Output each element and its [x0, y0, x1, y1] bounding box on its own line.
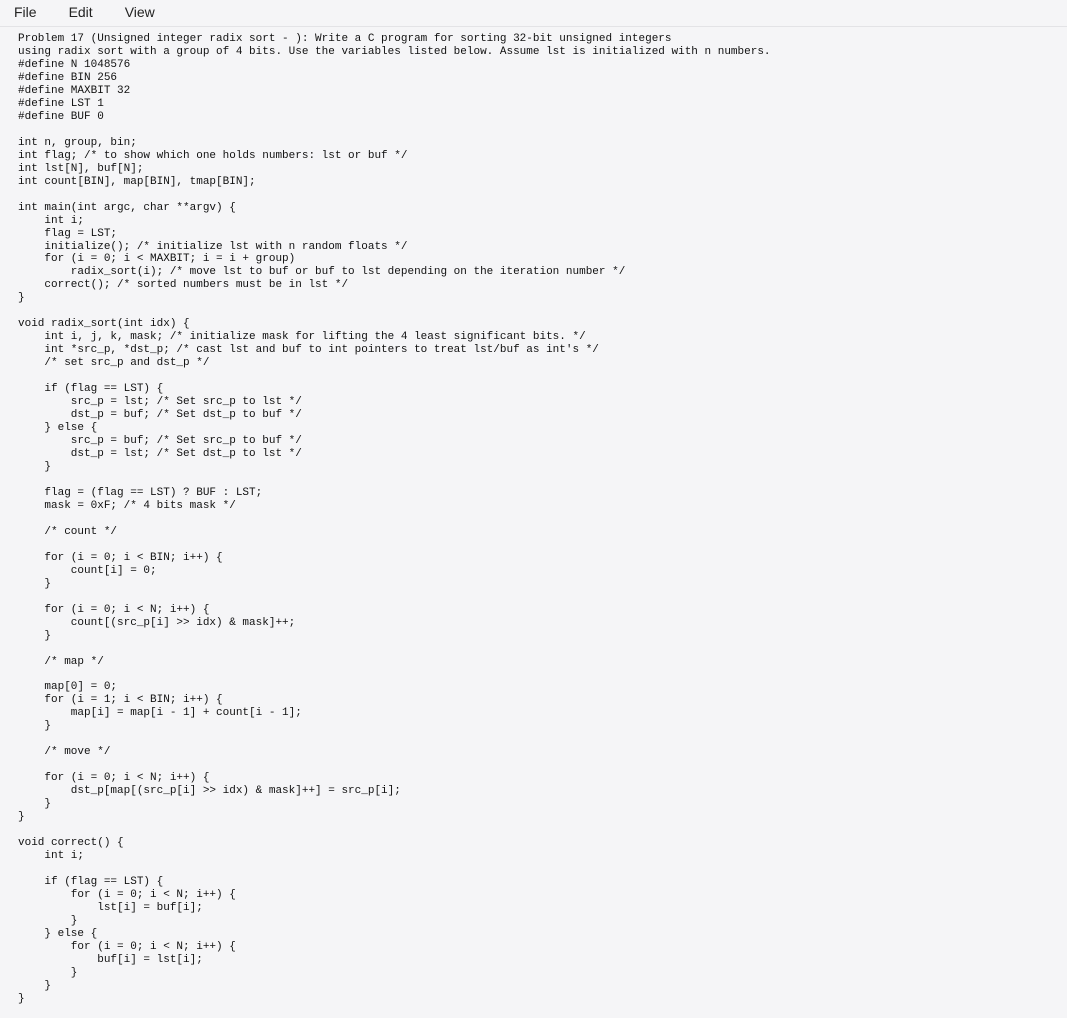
- menu-bar: File Edit View: [0, 0, 1067, 27]
- menu-view[interactable]: View: [125, 4, 155, 20]
- menu-edit[interactable]: Edit: [69, 4, 93, 20]
- code-editor[interactable]: Problem 17 (Unsigned integer radix sort …: [0, 27, 1067, 1018]
- menu-file[interactable]: File: [14, 4, 37, 20]
